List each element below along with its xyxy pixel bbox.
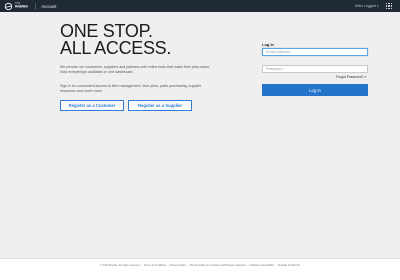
footer-link-terms[interactable]: Terms & Conditions: [144, 264, 167, 267]
page-footer: © 2022 Boeing. All rights reserved. | Te…: [0, 258, 400, 280]
password-field[interactable]: Password: [262, 65, 368, 73]
footer-links: © 2022 Boeing. All rights reserved. | Te…: [0, 264, 400, 267]
hero-title-line-2: ALL ACCESS.: [60, 38, 172, 58]
login-heading: Log In: [262, 42, 274, 47]
footer-separator: |: [167, 264, 169, 267]
logo-wordmark: THE BOEING COMPANY: [15, 2, 29, 9]
top-navigation-bar: THE BOEING COMPANY Account Hello Logged …: [0, 0, 400, 12]
hero-title: ONE STOP. ALL ACCESS.: [60, 22, 172, 58]
chevron-down-icon: ▾: [364, 74, 367, 79]
user-menu-label[interactable]: Hello Logged: [355, 4, 376, 8]
footer-copyright: © 2022 Boeing. All rights reserved.: [100, 264, 141, 267]
account-nav-link[interactable]: Account: [41, 4, 56, 9]
hero-description-2: Sign in for convenient access to fleet m…: [60, 84, 202, 93]
footer-separator: |: [247, 264, 249, 267]
register-customer-button[interactable]: Register as a Customer: [60, 100, 124, 111]
footer-separator: |: [275, 264, 277, 267]
chevron-down-icon[interactable]: ▾: [377, 4, 379, 8]
boeing-logo-icon[interactable]: [4, 2, 13, 11]
header-divider: [35, 2, 37, 10]
forgot-password-label: Forgot Password?: [336, 74, 364, 79]
logo-line-3: COMPANY: [15, 6, 29, 9]
forgot-password-link[interactable]: Forgot Password? ▾: [336, 75, 366, 79]
hero-description-1: We provide our customers, suppliers and …: [60, 65, 210, 74]
email-field[interactable]: Email Address: [262, 48, 368, 56]
apps-grid-icon[interactable]: [385, 2, 392, 10]
footer-separator: |: [187, 264, 189, 267]
footer-link-privacy[interactable]: Privacy Policy: [170, 264, 186, 267]
footer-link-cookies[interactable]: Privacy Policy for Cookies and Browser S…: [190, 264, 247, 267]
footer-separator: |: [141, 264, 143, 267]
login-button[interactable]: Log In: [262, 84, 368, 96]
header-right-group: Hello Logged ▾: [355, 0, 392, 12]
footer-link-supplier[interactable]: Supplier Portal Info: [278, 264, 300, 267]
footer-link-accessibility[interactable]: Website Accessibility: [250, 264, 274, 267]
register-supplier-button[interactable]: Register as a Supplier: [128, 100, 192, 111]
